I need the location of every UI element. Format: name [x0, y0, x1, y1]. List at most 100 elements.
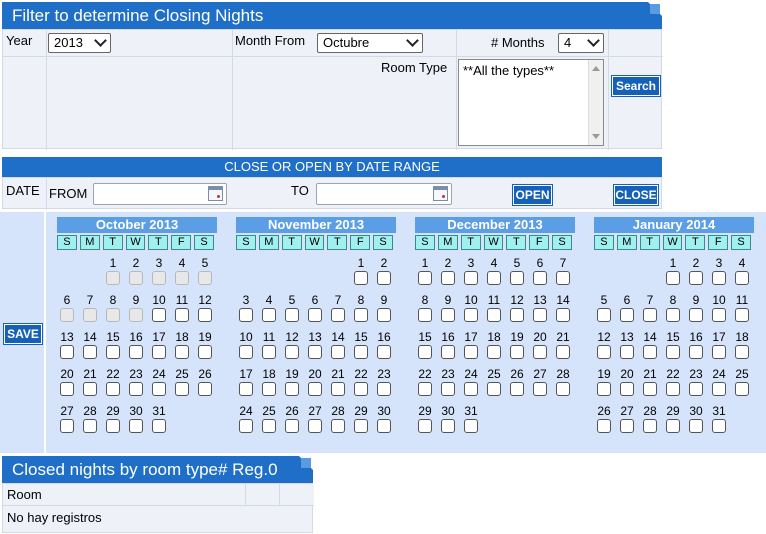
day-checkbox[interactable]: [533, 271, 547, 285]
day-checkbox[interactable]: [354, 419, 368, 433]
day-checkbox[interactable]: [689, 419, 703, 433]
day-checkbox[interactable]: [354, 345, 368, 359]
day-checkbox[interactable]: [597, 382, 611, 396]
day-checkbox[interactable]: [106, 419, 120, 433]
day-checkbox[interactable]: [262, 345, 276, 359]
day-checkbox[interactable]: [643, 345, 657, 359]
day-checkbox[interactable]: [533, 308, 547, 322]
day-checkbox[interactable]: [83, 419, 97, 433]
day-checkbox[interactable]: [735, 382, 749, 396]
day-checkbox[interactable]: [556, 345, 570, 359]
day-checkbox[interactable]: [239, 419, 253, 433]
day-checkbox[interactable]: [510, 271, 524, 285]
listbox-scrollbar[interactable]: [588, 60, 603, 145]
day-checkbox[interactable]: [377, 271, 391, 285]
day-checkbox[interactable]: [510, 382, 524, 396]
day-checkbox[interactable]: [60, 382, 74, 396]
day-checkbox[interactable]: [712, 308, 726, 322]
day-checkbox[interactable]: [689, 308, 703, 322]
to-date-input[interactable]: [316, 183, 452, 205]
day-checkbox[interactable]: [597, 419, 611, 433]
day-checkbox[interactable]: [666, 419, 680, 433]
close-button[interactable]: CLOSE: [613, 184, 659, 206]
day-checkbox[interactable]: [487, 345, 501, 359]
day-checkbox[interactable]: [308, 308, 322, 322]
day-checkbox[interactable]: [441, 271, 455, 285]
day-checkbox[interactable]: [418, 271, 432, 285]
day-checkbox[interactable]: [464, 308, 478, 322]
open-button[interactable]: OPEN: [512, 184, 553, 206]
day-checkbox[interactable]: [689, 271, 703, 285]
day-checkbox[interactable]: [643, 419, 657, 433]
day-checkbox[interactable]: [735, 345, 749, 359]
day-checkbox[interactable]: [464, 345, 478, 359]
day-checkbox[interactable]: [198, 382, 212, 396]
day-checkbox[interactable]: [377, 345, 391, 359]
day-checkbox[interactable]: [239, 345, 253, 359]
day-checkbox[interactable]: [735, 271, 749, 285]
day-checkbox[interactable]: [60, 419, 74, 433]
day-checkbox[interactable]: [239, 308, 253, 322]
day-checkbox[interactable]: [106, 345, 120, 359]
day-checkbox[interactable]: [354, 271, 368, 285]
column-room[interactable]: Room: [7, 487, 42, 502]
day-checkbox[interactable]: [377, 382, 391, 396]
day-checkbox[interactable]: [712, 419, 726, 433]
day-checkbox[interactable]: [152, 345, 166, 359]
day-checkbox[interactable]: [666, 345, 680, 359]
day-checkbox[interactable]: [106, 382, 120, 396]
save-button[interactable]: SAVE: [3, 323, 43, 345]
day-checkbox[interactable]: [597, 308, 611, 322]
day-checkbox[interactable]: [331, 419, 345, 433]
day-checkbox[interactable]: [689, 345, 703, 359]
day-checkbox[interactable]: [152, 308, 166, 322]
day-checkbox[interactable]: [441, 345, 455, 359]
day-checkbox[interactable]: [487, 382, 501, 396]
day-checkbox[interactable]: [689, 382, 703, 396]
day-checkbox[interactable]: [331, 345, 345, 359]
day-checkbox[interactable]: [262, 382, 276, 396]
day-checkbox[interactable]: [487, 308, 501, 322]
day-checkbox[interactable]: [533, 382, 547, 396]
day-checkbox[interactable]: [441, 419, 455, 433]
day-checkbox[interactable]: [198, 308, 212, 322]
day-checkbox[interactable]: [418, 308, 432, 322]
day-checkbox[interactable]: [239, 382, 253, 396]
day-checkbox[interactable]: [620, 308, 634, 322]
day-checkbox[interactable]: [510, 308, 524, 322]
calendar-icon[interactable]: [433, 186, 448, 201]
day-checkbox[interactable]: [620, 382, 634, 396]
search-button[interactable]: Search: [611, 75, 661, 97]
day-checkbox[interactable]: [262, 419, 276, 433]
day-checkbox[interactable]: [285, 345, 299, 359]
day-checkbox[interactable]: [262, 308, 276, 322]
day-checkbox[interactable]: [597, 345, 611, 359]
from-date-input[interactable]: [93, 183, 227, 205]
day-checkbox[interactable]: [60, 345, 74, 359]
day-checkbox[interactable]: [735, 308, 749, 322]
day-checkbox[interactable]: [556, 271, 570, 285]
room-type-listbox[interactable]: **All the types**: [458, 59, 604, 146]
day-checkbox[interactable]: [331, 382, 345, 396]
day-checkbox[interactable]: [285, 382, 299, 396]
month-from-select[interactable]: Octubre: [317, 33, 423, 53]
day-checkbox[interactable]: [712, 271, 726, 285]
day-checkbox[interactable]: [464, 382, 478, 396]
day-checkbox[interactable]: [285, 308, 299, 322]
day-checkbox[interactable]: [441, 308, 455, 322]
day-checkbox[interactable]: [129, 382, 143, 396]
day-checkbox[interactable]: [308, 345, 322, 359]
day-checkbox[interactable]: [308, 382, 322, 396]
room-type-option[interactable]: **All the types**: [463, 63, 554, 78]
day-checkbox[interactable]: [712, 382, 726, 396]
day-checkbox[interactable]: [175, 345, 189, 359]
day-checkbox[interactable]: [152, 419, 166, 433]
day-checkbox[interactable]: [487, 271, 501, 285]
day-checkbox[interactable]: [354, 308, 368, 322]
day-checkbox[interactable]: [712, 345, 726, 359]
day-checkbox[interactable]: [83, 345, 97, 359]
day-checkbox[interactable]: [464, 271, 478, 285]
day-checkbox[interactable]: [331, 308, 345, 322]
day-checkbox[interactable]: [441, 382, 455, 396]
calendar-icon[interactable]: [208, 186, 223, 201]
